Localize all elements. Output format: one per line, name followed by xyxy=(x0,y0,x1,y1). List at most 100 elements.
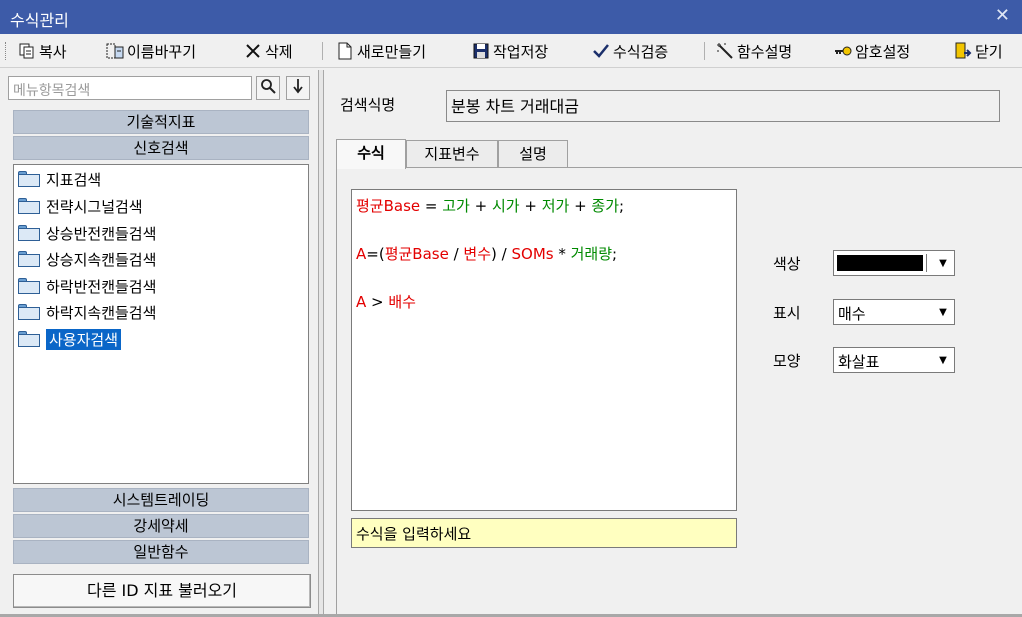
display-value: 매수 xyxy=(838,305,866,323)
folder-icon xyxy=(18,251,40,267)
formula-token: + xyxy=(569,197,592,215)
toolbar-grip xyxy=(5,42,8,60)
formula-token: 평균Base xyxy=(356,197,421,215)
tree-item[interactable]: 하락반전캔들검색 xyxy=(18,274,156,298)
title-bar: 수식관리 ✕ xyxy=(0,0,1022,34)
toolbar-separator xyxy=(704,42,705,60)
formula-token: 고가 xyxy=(442,197,470,215)
color-swatch xyxy=(837,255,923,271)
color-picker[interactable]: ▼ xyxy=(833,250,955,276)
search-icon xyxy=(260,78,276,98)
function-help-button[interactable]: 함수설명 xyxy=(716,39,792,63)
toolbar: 복사 이름바꾸기 삭제 새로만들기 작업저장 수식검증 함수설명 암호설정 닫기 xyxy=(0,34,1022,68)
new-button[interactable]: 새로만들기 xyxy=(336,39,426,63)
color-label: 색상 xyxy=(773,255,801,273)
formula-token: ; xyxy=(619,197,625,215)
shape-label: 모양 xyxy=(773,352,801,370)
tree-item[interactable]: 전략시그널검색 xyxy=(18,194,143,218)
shape-select[interactable]: 화살표 ▼ xyxy=(833,347,955,373)
formula-panel: 검색식명 분봉 차트 거래대금 수식 지표변수 설명 평균Base = 고가 +… xyxy=(324,70,1022,617)
magic-wand-icon xyxy=(716,42,734,60)
menu-tree: 지표검색 전략시그널검색 상승반전캔들검색 상승지속캔들검색 하락반전캔들검색 … xyxy=(13,164,309,484)
function-help-label: 함수설명 xyxy=(737,42,793,61)
category-strength-weakness[interactable]: 강세약세 xyxy=(13,514,309,538)
formula-token: / xyxy=(448,245,464,263)
formula-token: 배수 xyxy=(388,293,416,311)
copy-label: 복사 xyxy=(39,42,67,61)
menu-panel: 메뉴항목검색 기술적지표 신호검색 지표검색 전략시그널검색 상승반전캔들검색 … xyxy=(0,70,318,617)
copy-button[interactable]: 복사 xyxy=(18,39,67,63)
formula-line: A > 배수 xyxy=(356,290,732,314)
window-title: 수식관리 xyxy=(10,11,69,30)
formula-token: + xyxy=(519,197,542,215)
load-other-id-button[interactable]: 다른 ID 지표 불러오기 xyxy=(13,574,311,608)
formula-line: 평균Base = 고가 + 시가 + 저가 + 종가; xyxy=(356,194,732,218)
sort-down-button[interactable] xyxy=(286,76,310,100)
formula-token: + xyxy=(469,197,492,215)
rename-icon xyxy=(106,42,124,60)
verify-label: 수식검증 xyxy=(613,42,669,61)
display-label: 표시 xyxy=(773,304,801,322)
folder-icon xyxy=(18,304,40,320)
tab-description[interactable]: 설명 xyxy=(498,140,568,168)
formula-token: > xyxy=(366,293,389,311)
folder-icon xyxy=(18,225,40,241)
close-icon[interactable]: ✕ xyxy=(995,5,1010,26)
folder-icon xyxy=(18,198,40,214)
search-name-label: 검색식명 xyxy=(340,96,396,114)
formula-token: SOMs xyxy=(511,245,554,263)
password-label: 암호설정 xyxy=(855,42,911,61)
copy-icon xyxy=(18,42,36,60)
formula-hint[interactable]: 수식을 입력하세요 xyxy=(351,518,737,548)
category-technical-indicators[interactable]: 기술적지표 xyxy=(13,110,309,134)
delete-label: 삭제 xyxy=(265,42,293,61)
menu-search-input[interactable]: 메뉴항목검색 xyxy=(8,76,252,100)
delete-button[interactable]: 삭제 xyxy=(244,39,293,63)
tab-page-formula: 평균Base = 고가 + 시가 + 저가 + 종가; A=(평균Base / … xyxy=(336,167,1022,617)
password-button[interactable]: 암호설정 xyxy=(834,39,910,63)
formula-token: 종가 xyxy=(591,197,620,215)
new-label: 새로만들기 xyxy=(357,42,427,61)
new-document-icon xyxy=(336,42,354,60)
folder-icon xyxy=(18,278,40,294)
save-button[interactable]: 작업저장 xyxy=(472,39,548,63)
category-signal-search[interactable]: 신호검색 xyxy=(13,136,309,160)
category-system-trading[interactable]: 시스템트레이딩 xyxy=(13,488,309,512)
close-button[interactable]: 닫기 xyxy=(954,39,1003,63)
formula-token: A xyxy=(356,245,367,263)
rename-button[interactable]: 이름바꾸기 xyxy=(106,39,196,63)
check-icon xyxy=(592,42,610,60)
display-select[interactable]: 매수 ▼ xyxy=(833,299,955,325)
tree-item[interactable]: 상승반전캔들검색 xyxy=(18,221,156,245)
search-button[interactable] xyxy=(256,76,280,100)
formula-token: = xyxy=(420,197,443,215)
formula-line: A=(평균Base / 변수) / SOMs * 거래량; xyxy=(356,242,732,266)
dropdown-arrow-icon: ▼ xyxy=(939,257,947,269)
open-folder-icon xyxy=(18,331,40,347)
formula-token: 저가 xyxy=(541,197,570,215)
tree-item[interactable]: 하락지속캔들검색 xyxy=(18,300,156,324)
formula-editor[interactable]: 평균Base = 고가 + 시가 + 저가 + 종가; A=(평균Base / … xyxy=(351,189,737,511)
formula-token: 거래량 xyxy=(570,245,613,263)
save-label: 작업저장 xyxy=(493,42,549,61)
tab-formula[interactable]: 수식 xyxy=(336,139,406,169)
category-general-functions[interactable]: 일반함수 xyxy=(13,540,309,564)
tree-item-user-search[interactable]: 사용자검색 xyxy=(18,327,122,351)
rename-label: 이름바꾸기 xyxy=(127,42,197,61)
delete-x-icon xyxy=(244,42,262,60)
tree-item[interactable]: 지표검색 xyxy=(18,167,101,191)
dropdown-arrow-icon: ▼ xyxy=(939,306,947,318)
key-icon xyxy=(834,42,852,60)
verify-button[interactable]: 수식검증 xyxy=(592,39,668,63)
tree-item[interactable]: 상승지속캔들검색 xyxy=(18,247,156,271)
tab-indicator-variables[interactable]: 지표변수 xyxy=(406,140,498,168)
folder-icon xyxy=(18,171,40,187)
formula-token: ; xyxy=(612,245,618,263)
formula-token: 변수 xyxy=(463,245,492,263)
dropdown-arrow-icon: ▼ xyxy=(939,354,947,366)
exit-door-icon xyxy=(954,42,972,60)
formula-token: =( xyxy=(366,245,385,263)
search-name-field[interactable]: 분봉 차트 거래대금 xyxy=(446,90,1000,122)
toolbar-separator xyxy=(322,42,323,60)
formula-token: * xyxy=(553,245,571,263)
